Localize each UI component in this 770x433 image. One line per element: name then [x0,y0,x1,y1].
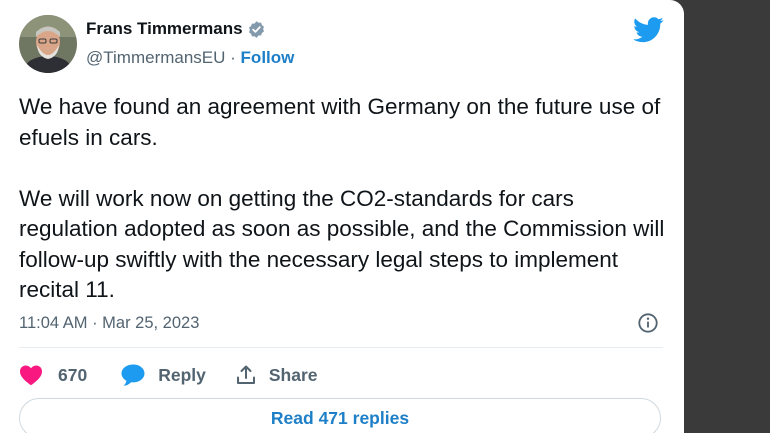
avatar[interactable] [19,15,77,73]
reply-button[interactable]: Reply [120,363,206,387]
page-background [684,0,770,433]
tweet-paragraph: We will work now on getting the CO2-stan… [19,185,665,303]
heart-icon [20,365,42,386]
tweet-paragraph: We have found an agreement with Germany … [19,94,661,150]
divider [19,347,663,348]
share-upload-icon [236,365,255,384]
like-count: 670 [58,364,88,385]
info-icon[interactable] [637,312,659,334]
author-name-row: Frans Timmermans [86,19,266,39]
handle-separator: · [230,48,241,67]
reply-label: Reply [158,364,206,385]
author-handle-row: @TimmermansEU · Follow [86,48,294,68]
author-handle[interactable]: @TimmermansEU [86,48,225,67]
tweet-text: We have found an agreement with Germany … [19,92,669,306]
tweet-card: Frans Timmermans @TimmermansEU · Follow … [0,0,684,433]
action-bar: 670 Reply Share [19,362,318,388]
author-name[interactable]: Frans Timmermans [86,19,243,39]
like-button[interactable]: 670 [19,364,87,386]
follow-button[interactable]: Follow [241,48,295,67]
verified-badge-icon [248,20,264,38]
read-replies-button[interactable]: Read 471 replies [19,398,661,433]
share-button[interactable]: Share [235,364,318,386]
twitter-bird-icon[interactable] [633,17,664,43]
tweet-timestamp[interactable]: 11:04 AM · Mar 25, 2023 [19,314,199,333]
avatar-photo [19,15,77,73]
share-label: Share [268,364,318,385]
speech-bubble-icon [121,364,145,386]
